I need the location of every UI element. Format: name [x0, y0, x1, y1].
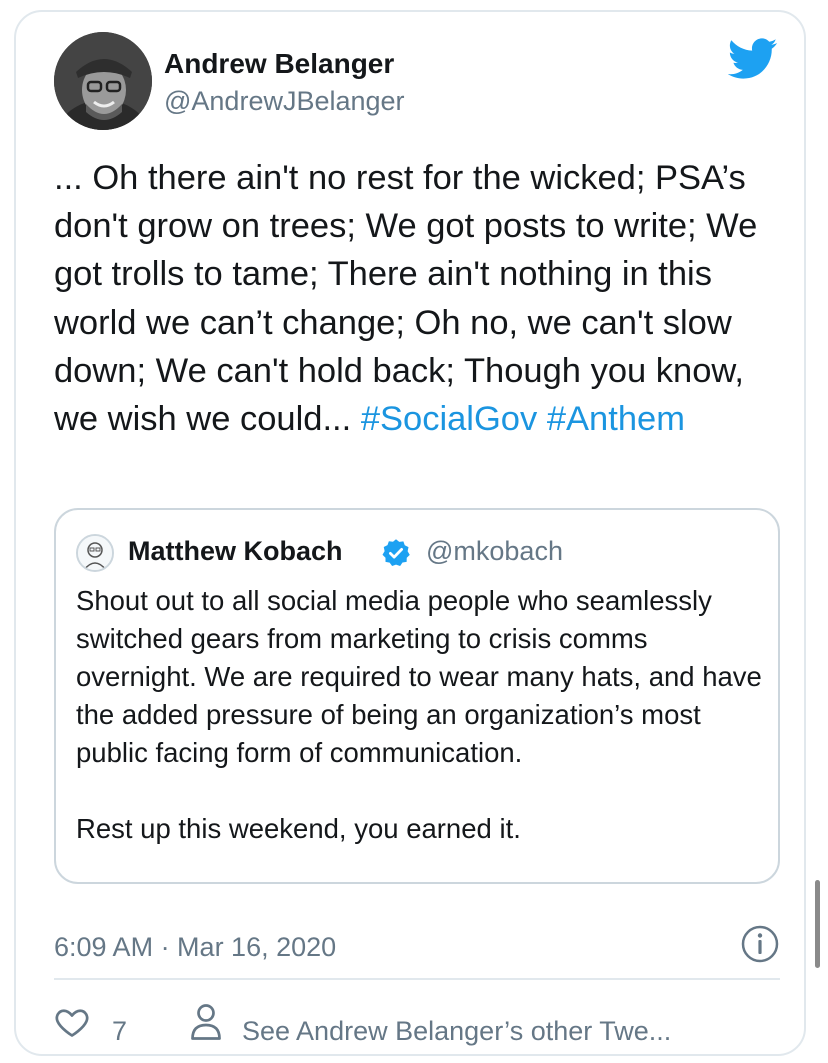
- tweet-timestamp[interactable]: 6:09 AM · Mar 16, 2020: [54, 932, 336, 963]
- tweet-body: ... Oh there ain't no rest for the wicke…: [54, 159, 758, 439]
- twitter-bird-icon[interactable]: [727, 38, 778, 80]
- see-other-tweets-link[interactable]: See Andrew Belanger’s other Twe...: [242, 1016, 671, 1047]
- quoted-paragraph-1: Shout out to all social media people who…: [76, 585, 762, 768]
- author-name[interactable]: Andrew Belanger: [164, 48, 394, 80]
- tweet-card: Andrew Belanger @AndrewJBelanger ... Oh …: [14, 10, 806, 1056]
- quoted-paragraph-2: Rest up this weekend, you earned it.: [76, 813, 521, 844]
- divider: [54, 978, 780, 980]
- quoted-author-handle[interactable]: @mkobach: [426, 536, 563, 567]
- person-icon[interactable]: [188, 1002, 224, 1042]
- author-avatar[interactable]: [54, 32, 152, 130]
- hashtag-anthem[interactable]: #Anthem: [547, 400, 685, 438]
- like-count: 7: [112, 1016, 128, 1046]
- scrollbar[interactable]: [815, 880, 820, 968]
- quoted-tweet-text: Shout out to all social media people who…: [76, 582, 766, 848]
- quoted-author-name[interactable]: Matthew Kobach: [128, 536, 343, 567]
- verified-badge-icon: [381, 538, 411, 568]
- tweet-text: ... Oh there ain't no rest for the wicke…: [54, 154, 789, 443]
- info-icon[interactable]: [740, 924, 780, 964]
- heart-icon[interactable]: [54, 1004, 90, 1040]
- quoted-tweet[interactable]: Matthew Kobach @mkobach Shout out to all…: [54, 508, 780, 884]
- hashtag-socialgov[interactable]: #SocialGov: [361, 400, 537, 438]
- quoted-author-avatar[interactable]: [76, 534, 114, 572]
- author-handle[interactable]: @AndrewJBelanger: [164, 86, 405, 117]
